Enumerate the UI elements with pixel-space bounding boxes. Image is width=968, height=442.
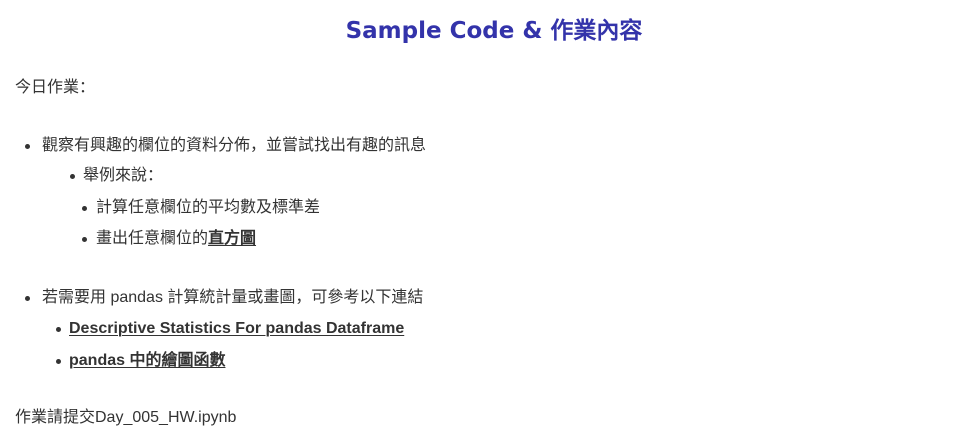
list-bullet <box>56 359 61 364</box>
intro-text: 今日作業： <box>15 79 96 96</box>
list-bullet <box>82 206 87 211</box>
page-title: Sample Code & 作業內容 <box>345 18 643 44</box>
list-item-plot: 畫出任意欄位的直方圖 <box>96 228 256 250</box>
submit-instruction: 作業請提交Day_005_HW.ipynb <box>15 409 237 426</box>
list-item-pandas-hint: 若需要用 pandas 計算統計量或畫圖，可參考以下連結 <box>42 289 424 306</box>
list-bullet <box>82 237 87 242</box>
list-item-calc: 計算任意欄位的平均數及標準差 <box>96 199 321 216</box>
notebook-markdown-cell: Sample Code & 作業內容 今日作業： 觀察有興趣的欄位的資料分佈，並… <box>0 0 968 442</box>
list-item-link-1: Descriptive Statistics For pandas Datafr… <box>69 318 404 340</box>
plot-prefix-text: 畫出任意欄位的 <box>96 230 209 247</box>
list-bullet <box>25 296 30 301</box>
list-bullet <box>25 144 30 149</box>
list-item-example: 舉例來說： <box>83 167 164 184</box>
descriptive-statistics-link[interactable]: Descriptive Statistics For pandas Datafr… <box>69 320 404 337</box>
list-item-link-2: pandas 中的繪圖函數 <box>69 350 225 372</box>
histogram-link[interactable]: 直方圖 <box>208 230 256 247</box>
pandas-plotting-link[interactable]: pandas 中的繪圖函數 <box>69 352 225 369</box>
list-bullet <box>70 174 75 179</box>
list-item-observe: 觀察有興趣的欄位的資料分佈，並嘗試找出有趣的訊息 <box>42 137 427 154</box>
list-bullet <box>56 327 61 332</box>
